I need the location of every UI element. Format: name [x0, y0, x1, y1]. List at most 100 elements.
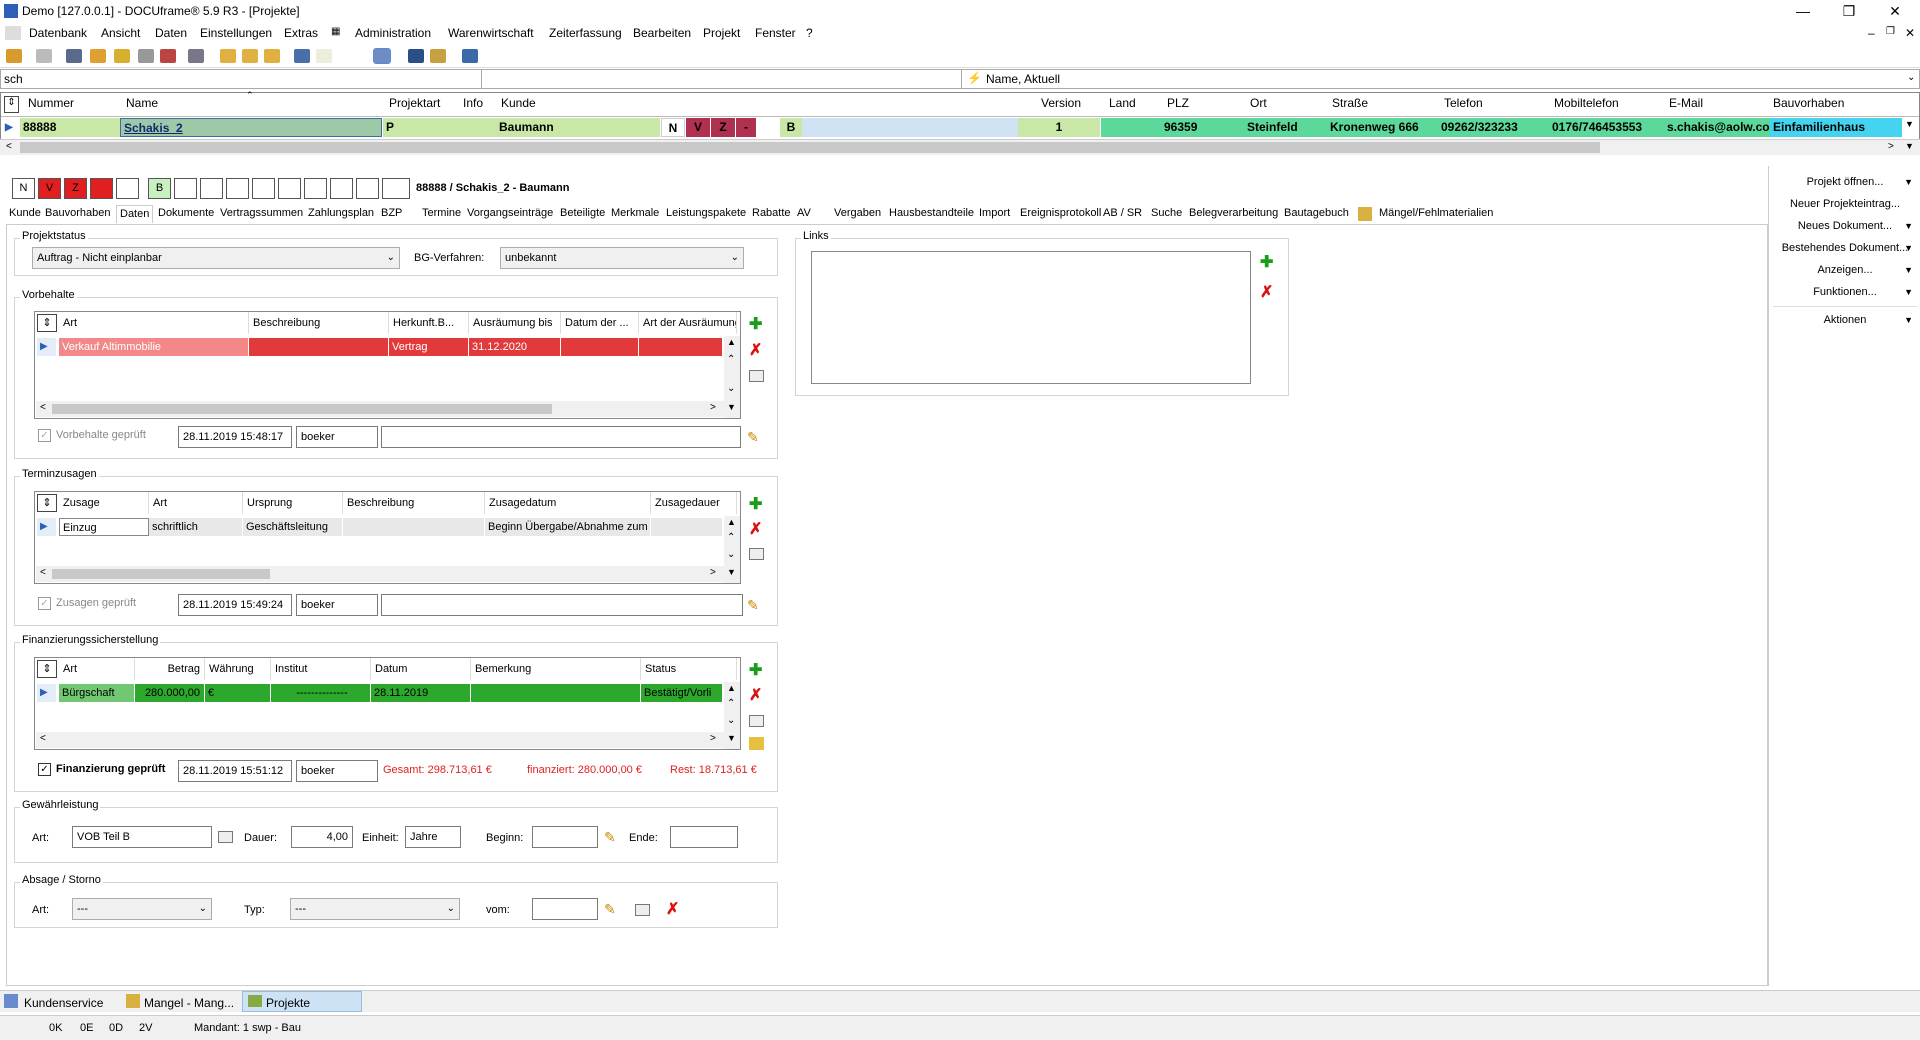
menu-ansicht[interactable]: Ansicht — [101, 26, 140, 40]
scroll-left-icon[interactable]: < — [40, 402, 46, 413]
details-icon[interactable] — [749, 548, 764, 560]
gw-einheit-input[interactable]: Jahre — [405, 826, 461, 848]
horizontal-scrollbar[interactable]: < > — [36, 401, 724, 417]
edit-icon[interactable]: ✎ — [604, 829, 616, 846]
phone-icon[interactable] — [188, 49, 204, 63]
delete-icon[interactable]: ✗ — [749, 340, 762, 360]
col-beschreibung[interactable]: Beschreibung — [343, 492, 485, 514]
cell-flags[interactable] — [802, 118, 1018, 137]
col-version[interactable]: Version — [1041, 96, 1081, 110]
close-icon[interactable]: ✕ — [1872, 0, 1918, 23]
cell-art[interactable]: Bürgschaft — [59, 684, 135, 702]
card-icon[interactable] — [66, 49, 82, 63]
gw-beginn-input[interactable] — [532, 826, 598, 848]
badge-z[interactable]: Z — [64, 178, 87, 199]
tab-suche[interactable]: Suche — [1148, 205, 1185, 223]
col-zusagedatum[interactable]: Zusagedatum — [485, 492, 651, 514]
col-telefon[interactable]: Telefon — [1444, 96, 1483, 110]
search-input[interactable]: sch — [4, 72, 23, 86]
note-icon[interactable] — [114, 49, 130, 63]
delete-icon[interactable]: ✗ — [749, 685, 762, 705]
mdi-close-icon[interactable]: ✕ — [1905, 26, 1915, 40]
delete-icon[interactable]: ✗ — [666, 899, 679, 919]
scroll-up-icon[interactable]: ⌃ — [727, 354, 735, 365]
add-icon[interactable]: ✚ — [749, 660, 762, 680]
tab-bautagebuch[interactable]: Bautagebuch — [1281, 205, 1352, 223]
minimize-icon[interactable]: — — [1780, 0, 1826, 23]
menu-daten[interactable]: Daten — [155, 26, 187, 40]
tab-vorgangseintraege[interactable]: Vorgangseinträge — [464, 205, 556, 223]
delete-icon[interactable]: ✗ — [749, 519, 762, 539]
vorbehalte-user[interactable]: boeker — [296, 426, 378, 448]
cell-empty[interactable] — [757, 118, 779, 137]
col-email[interactable]: E-Mail — [1669, 96, 1703, 110]
open-icon[interactable] — [6, 49, 22, 63]
edit-icon[interactable]: ✎ — [747, 429, 759, 446]
col-datum[interactable]: Datum — [371, 658, 471, 680]
tab-hausbestandteile[interactable]: Hausbestandteile — [886, 205, 977, 223]
menu-bearbeiten[interactable]: Bearbeiten — [633, 26, 691, 40]
vorbehalte-note[interactable] — [381, 426, 741, 448]
add-icon[interactable]: ✚ — [1260, 252, 1273, 272]
scroll-down-icon[interactable]: ⌄ — [727, 383, 735, 394]
tab-kundenservice[interactable]: Kundenservice — [24, 996, 103, 1010]
col-kunde[interactable]: Kunde — [501, 96, 536, 110]
finanzierung-checkbox[interactable]: ✓ — [38, 763, 51, 776]
tab-vertragssummen[interactable]: Vertragssummen — [217, 205, 306, 223]
absage-art-select[interactable]: --- ⌄ — [72, 898, 212, 920]
col-datum[interactable]: Datum der ... — [561, 312, 639, 334]
menu-datenbank[interactable]: Datenbank — [29, 26, 87, 40]
tab-kunde[interactable]: Kunde — [6, 205, 44, 223]
scroll-top-icon[interactable]: ▲ — [727, 683, 736, 693]
col-zusage[interactable]: Zusage — [59, 492, 149, 514]
scroll-left-icon[interactable]: < — [40, 567, 46, 578]
cell-zusagedatum[interactable]: Beginn Übergabe/Abnahme zum — [485, 518, 651, 536]
links-list[interactable] — [811, 251, 1251, 384]
scroll-bottom-icon[interactable]: ▼ — [1905, 119, 1914, 129]
scroll-bottom-icon[interactable]: ▼ — [727, 567, 736, 577]
tools-icon[interactable] — [408, 49, 424, 63]
tab-mangel[interactable]: Mangel - Mang... — [144, 996, 234, 1010]
cell-version[interactable]: 1 — [1018, 118, 1100, 137]
cell-bemerkung[interactable] — [471, 684, 641, 702]
sort-select[interactable]: Name, Aktuell — [986, 72, 1060, 86]
menu-zeiterfassung[interactable]: Zeiterfassung — [549, 26, 622, 40]
absage-vom-input[interactable] — [532, 898, 598, 920]
scroll-top-icon[interactable]: ▲ — [727, 517, 736, 527]
horizontal-scrollbar[interactable]: < > ▼ — [0, 139, 1920, 155]
tab-merkmale[interactable]: Merkmale — [608, 205, 662, 223]
scroll-right-icon[interactable]: > — [1888, 141, 1894, 152]
badge-empty[interactable] — [382, 178, 410, 199]
cell-projektart[interactable]: P — [383, 118, 458, 137]
scroll-left-icon[interactable]: < — [6, 141, 12, 152]
cell-beschreibung[interactable] — [249, 338, 389, 356]
edit-icon[interactable]: ✎ — [604, 901, 616, 918]
horizontal-scrollbar[interactable]: < > — [36, 732, 724, 748]
gw-art-input[interactable]: VOB Teil B — [72, 826, 212, 848]
lookup-icon[interactable] — [218, 831, 233, 843]
scroll-right-icon[interactable]: > — [710, 733, 716, 744]
add-icon[interactable]: ✚ — [749, 494, 762, 514]
cell-art[interactable]: schriftlich — [149, 518, 243, 536]
tab-vergaben[interactable]: Vergaben — [831, 205, 884, 223]
col-status[interactable]: Status — [641, 658, 737, 680]
cell-strasse[interactable]: Kronenweg 666 — [1327, 118, 1438, 137]
col-bauvorhaben[interactable]: Bauvorhaben — [1773, 96, 1844, 110]
cell-n[interactable]: N — [661, 118, 685, 137]
row-selector-icon[interactable]: ⇕ — [37, 314, 57, 332]
col-institut[interactable]: Institut — [271, 658, 371, 680]
tab-belegverarbeitung[interactable]: Belegverarbeitung — [1186, 205, 1281, 223]
col-plz[interactable]: PLZ — [1167, 96, 1189, 110]
cell-name[interactable]: Schakis_2 — [120, 118, 382, 137]
aktionen-button[interactable]: Aktionen ▼ — [1773, 310, 1917, 330]
badge-empty[interactable] — [174, 178, 197, 199]
folder-mail-icon[interactable] — [242, 49, 258, 63]
restore-icon[interactable]: ❐ — [1826, 0, 1872, 23]
col-art-ausraeumung[interactable]: Art der Ausräumung — [639, 312, 737, 334]
menu-projekt[interactable]: Projekt — [703, 26, 740, 40]
scrollbar-thumb[interactable] — [52, 404, 552, 414]
cell-plz[interactable]: 96359 — [1161, 118, 1244, 137]
cell-b[interactable]: B — [780, 118, 802, 137]
view-icon[interactable] — [373, 48, 391, 64]
col-nummer[interactable]: Nummer — [28, 96, 74, 110]
